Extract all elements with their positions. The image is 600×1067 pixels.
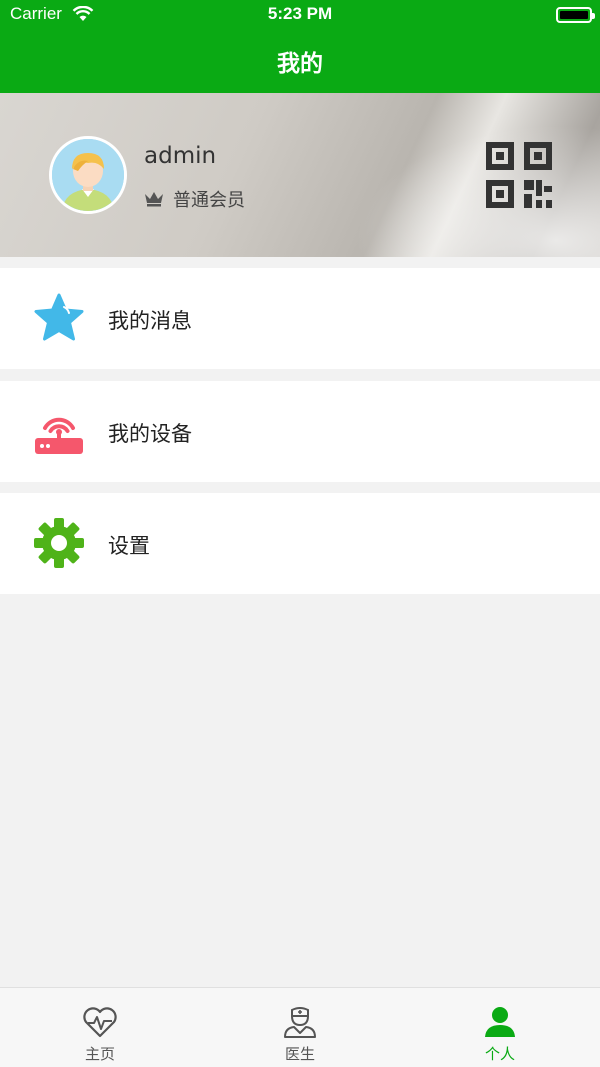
- avatar-person-icon: [52, 139, 124, 211]
- tab-label: 医生: [284, 1045, 315, 1063]
- crown-icon: [145, 192, 163, 207]
- menu-item-label: 我的消息: [108, 309, 192, 333]
- clock: 5:23 PM: [267, 4, 333, 23]
- tab-doctor[interactable]: 医生: [200, 988, 400, 1067]
- nav-header: Carrier 5:23 PM 我的: [0, 0, 600, 93]
- gear-icon: [34, 518, 84, 568]
- person-icon: [485, 1007, 515, 1037]
- status-bar: Carrier 5:23 PM: [0, 0, 600, 30]
- menu-item-label: 设置: [108, 534, 150, 558]
- router-icon: [35, 417, 83, 454]
- tab-profile[interactable]: 个人: [400, 988, 600, 1067]
- star-icon: [34, 293, 84, 341]
- profile-card[interactable]: admin 普通会员: [0, 93, 600, 257]
- menu-item-messages[interactable]: 我的消息: [0, 268, 600, 369]
- menu-item-settings[interactable]: 设置: [0, 493, 600, 594]
- battery-icon: [556, 7, 595, 23]
- member-level-label: 普通会员: [173, 190, 245, 211]
- tab-home[interactable]: 主页: [0, 988, 200, 1067]
- doctor-icon: [284, 1007, 316, 1038]
- page-title: 我的: [277, 51, 323, 77]
- member-level: 普通会员: [144, 187, 245, 211]
- username: admin: [144, 143, 217, 169]
- tab-label: 个人: [484, 1045, 515, 1063]
- tab-bar: 主页 医生 个人: [0, 987, 600, 1067]
- heart-pulse-icon: [83, 1007, 117, 1038]
- menu-item-devices[interactable]: 我的设备: [0, 381, 600, 482]
- qr-code-icon[interactable]: [486, 142, 552, 208]
- profile-background-shine: [300, 93, 600, 257]
- menu-item-label: 我的设备: [108, 422, 192, 446]
- tab-label: 主页: [84, 1045, 115, 1063]
- avatar[interactable]: [49, 136, 127, 214]
